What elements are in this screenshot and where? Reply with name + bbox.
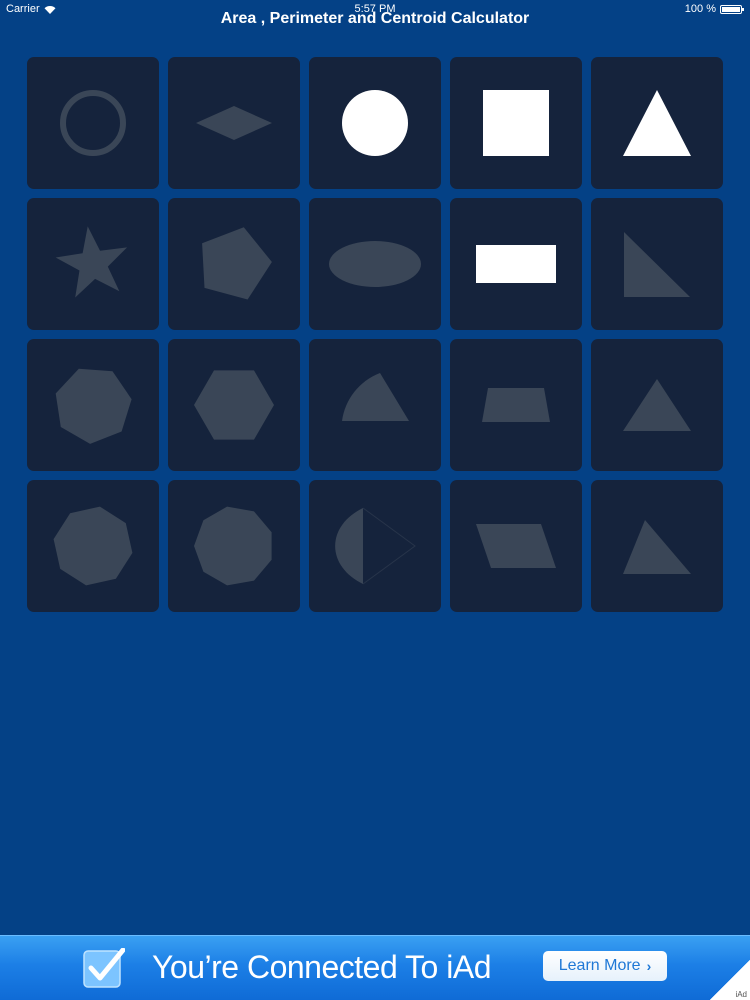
triangle-icon <box>623 90 691 156</box>
shape-tile-parallelogram[interactable] <box>450 480 582 612</box>
shape-tile-right-triangle[interactable] <box>591 198 723 330</box>
page-title: Area , Perimeter and Centroid Calculator <box>220 10 530 27</box>
shape-tile-scalene-triangle[interactable] <box>591 480 723 612</box>
shape-tile-triangle[interactable] <box>591 57 723 189</box>
iad-banner[interactable]: You’re Connected To iAd Learn More › iAd <box>0 935 750 1000</box>
shape-tile-rectangle[interactable] <box>450 198 582 330</box>
circle-icon <box>342 90 408 156</box>
rectangle-icon <box>476 245 556 283</box>
scalene-triangle-icon <box>623 520 691 574</box>
shape-tile-pentagon[interactable] <box>168 198 300 330</box>
rhombus-icon <box>196 106 272 140</box>
ad-corner-label: iAd <box>735 990 747 999</box>
ellipse-icon <box>329 241 421 287</box>
nonagon-icon <box>194 506 272 586</box>
learn-more-label: Learn More <box>558 957 641 974</box>
square-icon <box>483 90 549 156</box>
shape-tile-ellipse[interactable] <box>309 198 441 330</box>
shape-tile-circular-segment[interactable] <box>309 480 441 612</box>
isosceles-triangle-icon <box>623 379 691 431</box>
shape-tile-heptagon[interactable] <box>27 339 159 471</box>
shape-tile-circle[interactable] <box>309 57 441 189</box>
parallelogram-icon <box>476 524 556 568</box>
shape-tile-trapezoid[interactable] <box>450 339 582 471</box>
checkbox-check-icon <box>83 948 125 988</box>
shape-tile-nonagon[interactable] <box>168 480 300 612</box>
sector-icon <box>342 373 409 421</box>
star-icon <box>55 226 128 298</box>
shape-tile-octagon[interactable] <box>27 480 159 612</box>
trapezoid-icon <box>482 388 550 422</box>
shape-tile-rhombus[interactable] <box>168 57 300 189</box>
octagon-icon <box>53 506 133 586</box>
segment-icon <box>335 507 416 585</box>
hexagon-icon <box>194 370 274 440</box>
annulus-icon <box>60 90 126 156</box>
chevron-right-icon: › <box>646 958 652 974</box>
shape-tile-square[interactable] <box>450 57 582 189</box>
heptagon-icon <box>55 368 132 444</box>
shape-grid <box>27 57 723 612</box>
learn-more-button[interactable]: Learn More › <box>543 951 667 981</box>
shape-tile-annulus[interactable] <box>27 57 159 189</box>
shape-tile-star[interactable] <box>27 198 159 330</box>
ad-text: You’re Connected To iAd <box>152 949 491 985</box>
right-triangle-icon <box>624 232 690 297</box>
shape-tile-isosceles-triangle[interactable] <box>591 339 723 471</box>
shape-tile-circular-sector[interactable] <box>309 339 441 471</box>
shape-tile-hexagon[interactable] <box>168 339 300 471</box>
pentagon-icon <box>202 227 272 300</box>
